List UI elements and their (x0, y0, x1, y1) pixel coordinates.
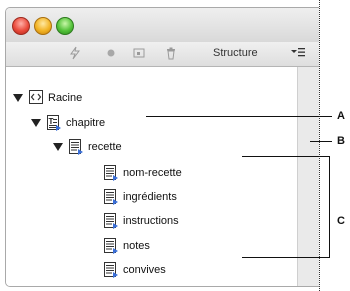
element-icon (104, 213, 118, 229)
root-element-icon (29, 90, 43, 106)
tree-item-label: Racine (48, 92, 83, 104)
disclosure-triangle-icon[interactable] (13, 94, 23, 102)
tree-item-child[interactable]: instructions (104, 212, 179, 230)
structure-tree: Racine T chapitre recette nom-recette in… (6, 67, 297, 286)
element-icon (104, 262, 118, 278)
tree-item-child[interactable]: ingrédients (104, 188, 177, 206)
close-window-button[interactable] (12, 17, 30, 35)
callout-c-bracket (329, 156, 330, 258)
callout-c-label: C (337, 215, 345, 227)
panel-edge-guide (319, 0, 320, 291)
tree-item-label: ingrédients (123, 191, 177, 203)
tree-item-recette[interactable]: recette (53, 138, 122, 156)
frame-icon[interactable] (132, 46, 146, 60)
panel-menu-icon[interactable] (290, 45, 306, 62)
callout-a-line (146, 116, 332, 117)
structure-view-label: Structure (213, 47, 258, 59)
tree-item-child[interactable]: notes (104, 237, 150, 255)
tree-item-child[interactable]: nom-recette (104, 164, 182, 182)
tree-item-label: nom-recette (123, 167, 182, 179)
disclosure-triangle-icon[interactable] (53, 143, 63, 151)
callout-b-label: B (337, 135, 345, 147)
tree-item-label: instructions (123, 215, 179, 227)
callout-a-label: A (337, 110, 345, 122)
tree-item-label: convives (123, 264, 166, 276)
svg-text:T: T (49, 117, 54, 126)
window-titlebar (6, 8, 319, 42)
tree-item-label: chapitre (66, 117, 106, 129)
element-icon (104, 238, 118, 254)
text-element-icon: T (47, 115, 61, 131)
trash-icon[interactable] (164, 46, 178, 60)
tree-item-child[interactable]: convives (104, 261, 166, 279)
disclosure-triangle-icon[interactable] (31, 119, 41, 127)
vertical-scrollbar[interactable] (297, 67, 319, 286)
element-icon (69, 139, 83, 155)
structure-panel: Structure Racine T chapitre recette nom-… (5, 7, 319, 287)
panel-toolbar: Structure (6, 42, 319, 67)
minimize-window-button[interactable] (34, 17, 52, 35)
callout-c-top-line (242, 156, 330, 157)
tree-item-root[interactable]: Racine (13, 89, 82, 107)
zoom-window-button[interactable] (56, 17, 74, 35)
lightning-icon[interactable] (68, 46, 82, 60)
element-icon (104, 165, 118, 181)
callout-c-bottom-line (242, 257, 330, 258)
dot-icon[interactable] (104, 46, 118, 60)
element-icon (104, 189, 118, 205)
callout-b-line (310, 141, 332, 142)
tree-item-label: recette (88, 141, 122, 153)
tree-item-label: notes (123, 240, 150, 252)
tree-item-chapitre[interactable]: T chapitre (31, 114, 105, 132)
